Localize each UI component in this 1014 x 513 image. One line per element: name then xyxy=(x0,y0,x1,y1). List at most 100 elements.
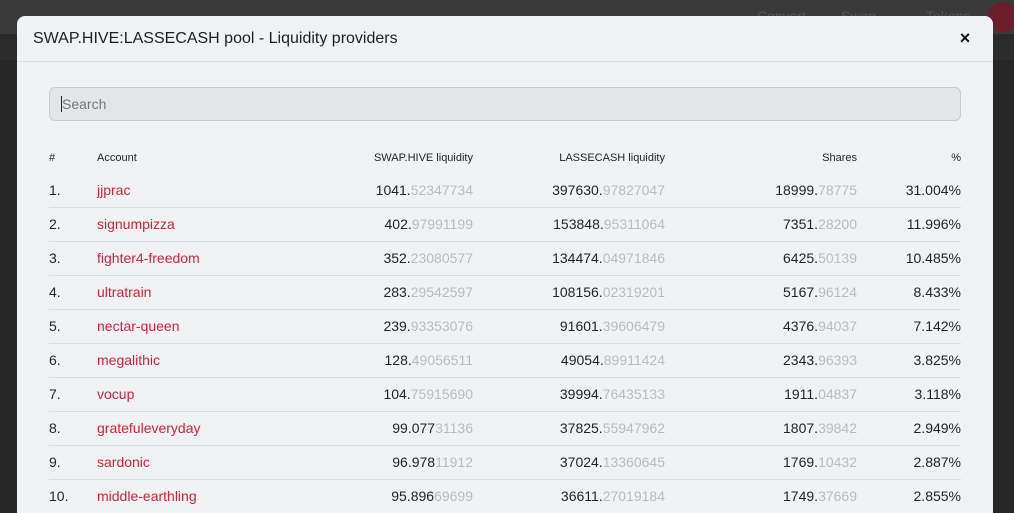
table-row: 2. signumpizza 402.97991199 153848.95311064… xyxy=(49,206,961,241)
lc-int: 36611. xyxy=(560,488,603,505)
header-num[interactable]: # xyxy=(49,143,97,173)
account-link[interactable]: vocup xyxy=(97,386,134,402)
account-cell: signumpizza xyxy=(97,206,277,241)
shares-cell: 6425.50139 xyxy=(665,240,857,275)
lc-dec: 02319201 xyxy=(602,284,665,300)
lc-int: 134474. xyxy=(552,250,603,266)
row-number: 9. xyxy=(49,444,97,479)
table-row: 5. nectar-queen 239.93353076 91601.39606479… xyxy=(49,308,961,343)
shares-dec: 10432 xyxy=(818,454,857,470)
header-percent[interactable]: % xyxy=(857,143,961,173)
lc-dec: 76435133 xyxy=(602,386,665,402)
account-link[interactable]: ultratrain xyxy=(97,284,151,300)
percent-cell: 10.485% xyxy=(857,240,961,275)
table-row: 7. vocup 104.75915690 39994.76435133 1911.04… xyxy=(49,376,961,411)
hive-liquidity-cell: 104.75915690 xyxy=(277,376,473,411)
lc-int: 397630. xyxy=(552,181,603,198)
shares-cell: 4376.94037 xyxy=(665,308,857,343)
account-link[interactable]: fighter4-freedom xyxy=(97,250,200,266)
account-link[interactable]: megalithic xyxy=(97,352,160,368)
hive-dec: 52347734 xyxy=(410,181,473,198)
search-wrap xyxy=(49,87,961,121)
hive-int: 1041. xyxy=(375,181,411,198)
hive-dec: 97991199 xyxy=(411,216,473,232)
hive-liquidity-cell: 128.49056511 xyxy=(277,342,473,377)
percent-cell: 7.142% xyxy=(857,308,961,343)
lc-int: 153848. xyxy=(553,216,604,232)
table-row: 1. jjprac 1041.52347734 397630.97827047 1899… xyxy=(49,173,961,207)
shares-dec: 96393 xyxy=(818,352,857,368)
account-cell: vocup xyxy=(97,376,277,411)
account-cell: fighter4-freedom xyxy=(97,240,277,275)
row-number: 1. xyxy=(49,181,61,198)
hive-dec: 75915690 xyxy=(410,386,473,402)
lassecash-liquidity-cell: 49054.89911424 xyxy=(473,342,665,377)
hive-int: 99.077 xyxy=(392,420,436,436)
lc-dec: 89911424 xyxy=(603,352,665,368)
lc-int: 108156. xyxy=(552,284,603,300)
account-link[interactable]: middle-earthling xyxy=(97,488,197,504)
shares-cell: 1749.37669 xyxy=(665,478,857,513)
hive-dec: 93353076 xyxy=(410,318,473,334)
close-button[interactable]: × xyxy=(953,27,977,51)
hive-liquidity-cell: 1041.52347734 xyxy=(277,173,473,207)
lc-int: 37024. xyxy=(559,454,603,470)
shares-cell: 1769.10432 xyxy=(665,444,857,479)
percent-cell: 31.004% xyxy=(905,181,961,198)
row-number: 3. xyxy=(49,240,97,275)
hive-int: 402. xyxy=(384,216,412,232)
account-link[interactable]: nectar-queen xyxy=(97,318,180,334)
hive-int: 239. xyxy=(383,318,411,334)
account-cell: nectar-queen xyxy=(97,308,277,343)
percent-cell: 2.887% xyxy=(857,444,961,479)
shares-int: 7351. xyxy=(783,216,819,232)
account-link[interactable]: sardonic xyxy=(97,454,150,470)
table-row: 4. ultratrain 283.29542597 108156.02319201 5… xyxy=(49,274,961,309)
shares-dec: 78775 xyxy=(818,181,857,198)
table-row: 3. fighter4-freedom 352.23080577 134474.049… xyxy=(49,240,961,275)
text-caret xyxy=(61,96,62,112)
shares-int: 1769. xyxy=(783,454,819,470)
lc-dec: 27019184 xyxy=(602,488,665,505)
lc-dec: 13360645 xyxy=(602,454,665,470)
shares-int: 1749. xyxy=(783,488,819,505)
account-link[interactable]: signumpizza xyxy=(97,216,175,232)
hive-dec: 11912 xyxy=(435,454,473,470)
percent-cell: 11.996% xyxy=(857,206,961,241)
shares-int: 1807. xyxy=(783,420,819,436)
shares-int: 1911. xyxy=(784,386,819,402)
row-number: 4. xyxy=(49,274,97,309)
header-shares[interactable]: Shares xyxy=(665,143,857,173)
lc-dec: 97827047 xyxy=(602,181,665,198)
hive-liquidity-cell: 96.97811912 xyxy=(277,444,473,479)
header-hive-liquidity[interactable]: SWAP.HIVE liquidity xyxy=(277,143,473,173)
shares-int: 2343. xyxy=(783,352,819,368)
lc-dec: 39606479 xyxy=(602,318,665,334)
account-link[interactable]: gratefuleveryday xyxy=(97,420,201,436)
account-cell: gratefuleveryday xyxy=(97,410,277,445)
table-row: 9. sardonic 96.97811912 37024.13360645 1769.… xyxy=(49,444,961,479)
header-account[interactable]: Account xyxy=(97,143,277,173)
percent-cell: 3.118% xyxy=(857,376,961,411)
modal-header: SWAP.HIVE:LASSECASH pool - Liquidity pro… xyxy=(17,16,993,62)
account-cell: middle-earthling xyxy=(97,478,277,513)
shares-dec: 28200 xyxy=(818,216,857,232)
row-number: 2. xyxy=(49,206,97,241)
row-number: 10. xyxy=(49,478,97,513)
shares-int: 5167. xyxy=(783,284,819,300)
hive-int: 283. xyxy=(383,284,411,300)
row-number: 6. xyxy=(49,342,97,377)
hive-liquidity-cell: 99.07731136 xyxy=(277,410,473,445)
account-link[interactable]: jjprac xyxy=(97,182,130,198)
shares-cell: 1911.04837 xyxy=(665,376,857,411)
header-lassecash-liquidity[interactable]: LASSECASH liquidity xyxy=(473,143,665,173)
liquidity-providers-table: # Account SWAP.HIVE liquidity LASSECASH … xyxy=(49,143,961,513)
row-number: 8. xyxy=(49,410,97,445)
close-icon: × xyxy=(959,28,971,48)
hive-liquidity-cell: 402.97991199 xyxy=(277,206,473,241)
hive-dec: 69699 xyxy=(434,488,473,505)
search-input[interactable] xyxy=(49,87,961,121)
percent-cell: 2.949% xyxy=(857,410,961,445)
lc-int: 49054. xyxy=(560,352,604,368)
lc-int: 37825. xyxy=(559,420,603,436)
